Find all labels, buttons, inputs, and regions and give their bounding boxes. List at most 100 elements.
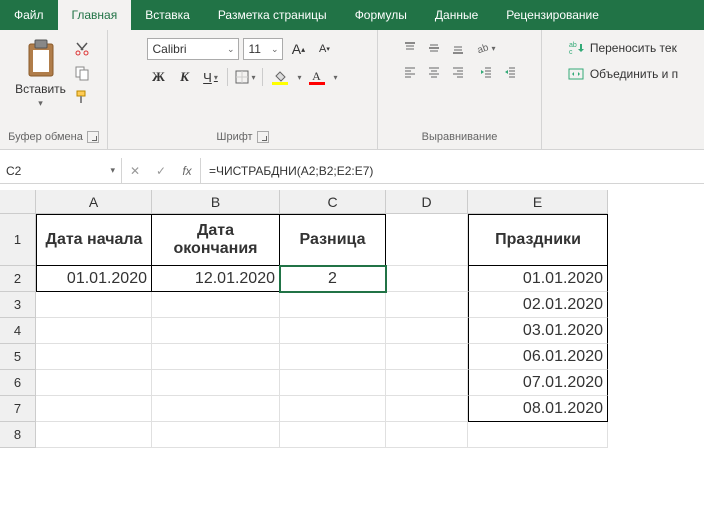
cell-B8[interactable]: [152, 422, 280, 448]
cell-B7[interactable]: [152, 396, 280, 422]
fx-button[interactable]: fx: [174, 164, 200, 178]
col-header-D[interactable]: D: [386, 190, 468, 214]
cell-B5[interactable]: [152, 344, 280, 370]
cancel-formula-button[interactable]: ✕: [122, 164, 148, 178]
row-header-4[interactable]: 4: [0, 318, 36, 344]
cell-D8[interactable]: [386, 422, 468, 448]
cell-C5[interactable]: [280, 344, 386, 370]
decrease-indent-button[interactable]: [475, 62, 497, 82]
cell-D1[interactable]: [386, 214, 468, 266]
row-header-5[interactable]: 5: [0, 344, 36, 370]
underline-button[interactable]: Ч▾: [199, 66, 221, 88]
cell-A2[interactable]: 01.01.2020: [36, 266, 152, 292]
cut-button[interactable]: [72, 40, 92, 58]
cell-B2[interactable]: 12.01.2020: [152, 266, 280, 292]
align-right-button[interactable]: [447, 62, 469, 82]
shrink-font-button[interactable]: A▾: [313, 38, 335, 60]
cell-E4[interactable]: 03.01.2020: [468, 318, 608, 344]
cell-E7[interactable]: 08.01.2020: [468, 396, 608, 422]
cell-B1[interactable]: Дата окончания: [152, 214, 280, 266]
cell-E8[interactable]: [468, 422, 608, 448]
tab-insert[interactable]: Вставка: [131, 0, 204, 30]
spreadsheet: 1 2 3 4 5 6 7 8 A B C D E Дата начала Да…: [0, 190, 704, 448]
cell-E3[interactable]: 02.01.2020: [468, 292, 608, 318]
merge-button[interactable]: Объединить и п: [564, 64, 682, 84]
col-header-C[interactable]: C: [280, 190, 386, 214]
align-middle-icon: [427, 41, 441, 55]
row-header-2[interactable]: 2: [0, 266, 36, 292]
col-header-B[interactable]: B: [152, 190, 280, 214]
align-middle-button[interactable]: [423, 38, 445, 58]
tab-home[interactable]: Главная: [58, 0, 132, 30]
formula-input[interactable]: =ЧИСТРАБДНИ(A2;B2;E2:E7): [201, 158, 704, 183]
row-header-1[interactable]: 1: [0, 214, 36, 266]
cell-A6[interactable]: [36, 370, 152, 396]
cell-A4[interactable]: [36, 318, 152, 344]
cell-D3[interactable]: [386, 292, 468, 318]
cell-E1[interactable]: Праздники: [468, 214, 608, 266]
cell-C8[interactable]: [280, 422, 386, 448]
cell-C2[interactable]: 2: [280, 266, 386, 292]
fill-color-dropdown[interactable]: ▾: [295, 73, 301, 82]
wrap-icon: ab c: [568, 40, 584, 56]
cell-B4[interactable]: [152, 318, 280, 344]
tab-formulas[interactable]: Формулы: [341, 0, 421, 30]
bold-button[interactable]: Ж: [147, 66, 169, 88]
cell-E6[interactable]: 07.01.2020: [468, 370, 608, 396]
cell-D4[interactable]: [386, 318, 468, 344]
font-size-select[interactable]: 11⌄: [243, 38, 283, 60]
font-dialog-launcher[interactable]: [257, 131, 269, 143]
cell-B6[interactable]: [152, 370, 280, 396]
borders-button[interactable]: ▾: [234, 66, 256, 88]
align-top-button[interactable]: [399, 38, 421, 58]
col-header-E[interactable]: E: [468, 190, 608, 214]
cell-E2[interactable]: 01.01.2020: [468, 266, 608, 292]
col-header-A[interactable]: A: [36, 190, 152, 214]
row-header-3[interactable]: 3: [0, 292, 36, 318]
align-bottom-button[interactable]: [447, 38, 469, 58]
format-painter-button[interactable]: [72, 88, 92, 106]
cell-C3[interactable]: [280, 292, 386, 318]
align-left-button[interactable]: [399, 62, 421, 82]
italic-button[interactable]: К: [173, 66, 195, 88]
cell-D2[interactable]: [386, 266, 468, 292]
tab-file[interactable]: Файл: [0, 0, 58, 30]
cell-E5[interactable]: 06.01.2020: [468, 344, 608, 370]
cell-C6[interactable]: [280, 370, 386, 396]
cell-D7[interactable]: [386, 396, 468, 422]
cell-C4[interactable]: [280, 318, 386, 344]
accept-formula-button[interactable]: ✓: [148, 164, 174, 178]
cell-A5[interactable]: [36, 344, 152, 370]
align-center-button[interactable]: [423, 62, 445, 82]
cell-A8[interactable]: [36, 422, 152, 448]
cell-A1[interactable]: Дата начала: [36, 214, 152, 266]
increase-indent-button[interactable]: [499, 62, 521, 82]
tab-data[interactable]: Данные: [421, 0, 492, 30]
cell-C7[interactable]: [280, 396, 386, 422]
orientation-icon: ab: [475, 41, 489, 55]
clipboard-dialog-launcher[interactable]: [87, 131, 99, 143]
cell-D6[interactable]: [386, 370, 468, 396]
fill-color-button[interactable]: [269, 70, 291, 85]
row-header-8[interactable]: 8: [0, 422, 36, 448]
cell-A3[interactable]: [36, 292, 152, 318]
tab-review[interactable]: Рецензирование: [492, 0, 613, 30]
formula-bar: C2 ▾ ✕ ✓ fx =ЧИСТРАБДНИ(A2;B2;E2:E7): [0, 158, 704, 184]
tab-pagelayout[interactable]: Разметка страницы: [204, 0, 341, 30]
row-header-7[interactable]: 7: [0, 396, 36, 422]
font-name-select[interactable]: Calibri⌄: [147, 38, 239, 60]
cell-A7[interactable]: [36, 396, 152, 422]
font-color-button[interactable]: А: [306, 70, 328, 85]
cell-B3[interactable]: [152, 292, 280, 318]
select-all-corner[interactable]: [0, 190, 36, 214]
paste-button[interactable]: Вставить ▾: [15, 38, 66, 109]
row-header-6[interactable]: 6: [0, 370, 36, 396]
cell-C1[interactable]: Разница: [280, 214, 386, 266]
copy-button[interactable]: [72, 64, 92, 82]
grow-font-button[interactable]: A▴: [287, 38, 309, 60]
orientation-button[interactable]: ab▾: [475, 38, 497, 58]
cell-D5[interactable]: [386, 344, 468, 370]
wrap-text-button[interactable]: ab c Переносить тек: [564, 38, 682, 58]
name-box[interactable]: C2 ▾: [0, 158, 122, 183]
font-color-dropdown[interactable]: ▾: [332, 73, 338, 82]
